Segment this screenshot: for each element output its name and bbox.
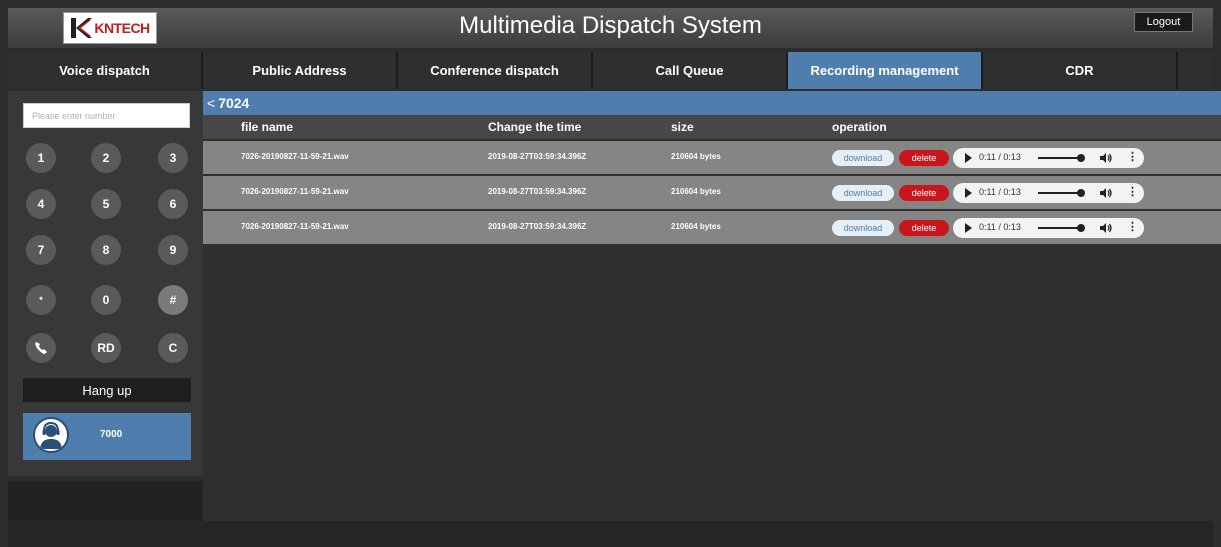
audio-player[interactable]: 0:11 / 0:13 ⋮ (953, 148, 1144, 168)
key-5[interactable]: 5 (91, 189, 121, 219)
volume-icon[interactable] (1099, 186, 1113, 200)
seek-knob[interactable] (1077, 154, 1086, 162)
tab-conference-dispatch[interactable]: Conference dispatch (398, 52, 593, 89)
download-button[interactable]: download (832, 185, 894, 201)
table-row: 7026-20190827-11-59-21.wav 2019-08-27T03… (203, 141, 1221, 174)
download-button[interactable]: download (832, 220, 894, 236)
col-change-time: Change the time (488, 120, 582, 134)
key-3[interactable]: 3 (158, 143, 188, 173)
change-time: 2019-08-27T03:59:34.396Z (488, 152, 587, 161)
table-row: 7026-20190827-11-59-21.wav 2019-08-27T03… (203, 211, 1221, 244)
file-size: 210604 bytes (671, 187, 721, 196)
key-star[interactable]: * (26, 285, 56, 315)
bottom-bar (8, 521, 1213, 547)
chevron-left-icon[interactable]: < (207, 95, 215, 111)
header-bar: KNTECH Multimedia Dispatch System Logout (8, 8, 1213, 48)
file-name: 7026-20190827-11-59-21.wav (241, 222, 349, 231)
play-icon[interactable] (965, 153, 972, 163)
tab-recording-management[interactable]: Recording management (788, 52, 983, 89)
audio-player[interactable]: 0:11 / 0:13 ⋮ (953, 183, 1144, 203)
file-name: 7026-20190827-11-59-21.wav (241, 152, 349, 161)
player-time: 0:11 / 0:13 (979, 222, 1021, 232)
breadcrumb[interactable]: < 7024 (203, 91, 1221, 115)
file-size: 210604 bytes (671, 222, 721, 231)
delete-button[interactable]: delete (899, 150, 949, 166)
dialpad-panel: 1 2 3 4 5 6 7 8 9 * 0 # RD C Hang up (8, 91, 203, 476)
left-lower-panel (8, 481, 203, 521)
player-time: 0:11 / 0:13 (979, 187, 1021, 197)
more-options-icon[interactable]: ⋮ (1127, 187, 1138, 198)
play-icon[interactable] (965, 188, 972, 198)
operator-headset-icon (33, 417, 69, 453)
download-button[interactable]: download (832, 150, 894, 166)
call-button[interactable] (26, 333, 56, 363)
app-title: Multimedia Dispatch System (459, 12, 762, 39)
col-size: size (671, 120, 694, 134)
key-9[interactable]: 9 (158, 235, 188, 265)
key-1[interactable]: 1 (26, 143, 56, 173)
nav-filler (1178, 52, 1213, 89)
key-4[interactable]: 4 (26, 189, 56, 219)
key-6[interactable]: 6 (158, 189, 188, 219)
redial-key[interactable]: RD (91, 333, 121, 363)
main-nav: Voice dispatch Public Address Conference… (8, 52, 1213, 89)
table-row: 7026-20190827-11-59-21.wav 2019-08-27T03… (203, 176, 1221, 209)
play-icon[interactable] (965, 223, 972, 233)
number-input[interactable] (23, 103, 190, 128)
phone-icon (35, 342, 47, 354)
key-8[interactable]: 8 (91, 235, 121, 265)
seek-knob[interactable] (1077, 224, 1086, 232)
user-card[interactable]: 7000 (23, 413, 191, 460)
seek-knob[interactable] (1077, 189, 1086, 197)
clear-key[interactable]: C (158, 333, 188, 363)
volume-icon[interactable] (1099, 151, 1113, 165)
recording-panel: < 7024 file name Change the time size op… (203, 91, 1221, 521)
user-number: 7000 (100, 429, 123, 440)
file-name: 7026-20190827-11-59-21.wav (241, 187, 349, 196)
tab-public-address[interactable]: Public Address (203, 52, 398, 89)
more-options-icon[interactable]: ⋮ (1127, 152, 1138, 163)
col-operation: operation (832, 120, 887, 134)
delete-button[interactable]: delete (899, 185, 949, 201)
key-7[interactable]: 7 (26, 235, 56, 265)
logout-button[interactable]: Logout (1134, 12, 1193, 32)
more-options-icon[interactable]: ⋮ (1127, 222, 1138, 233)
volume-icon[interactable] (1099, 221, 1113, 235)
col-file-name: file name (241, 120, 294, 134)
tab-call-queue[interactable]: Call Queue (593, 52, 788, 89)
delete-button[interactable]: delete (899, 220, 949, 236)
change-time: 2019-08-27T03:59:34.396Z (488, 187, 587, 196)
key-0[interactable]: 0 (91, 285, 121, 315)
key-hash[interactable]: # (158, 285, 188, 315)
app-root: KNTECH Multimedia Dispatch System Logout… (0, 0, 1221, 547)
tab-voice-dispatch[interactable]: Voice dispatch (8, 52, 203, 89)
table-header: file name Change the time size operation (203, 115, 1221, 139)
player-time: 0:11 / 0:13 (979, 152, 1021, 162)
change-time: 2019-08-27T03:59:34.396Z (488, 222, 587, 231)
key-2[interactable]: 2 (91, 143, 121, 173)
file-size: 210604 bytes (671, 152, 721, 161)
audio-player[interactable]: 0:11 / 0:13 ⋮ (953, 218, 1144, 238)
tab-cdr[interactable]: CDR (983, 52, 1178, 89)
breadcrumb-label: 7024 (218, 95, 250, 111)
hang-up-button[interactable]: Hang up (23, 378, 191, 402)
